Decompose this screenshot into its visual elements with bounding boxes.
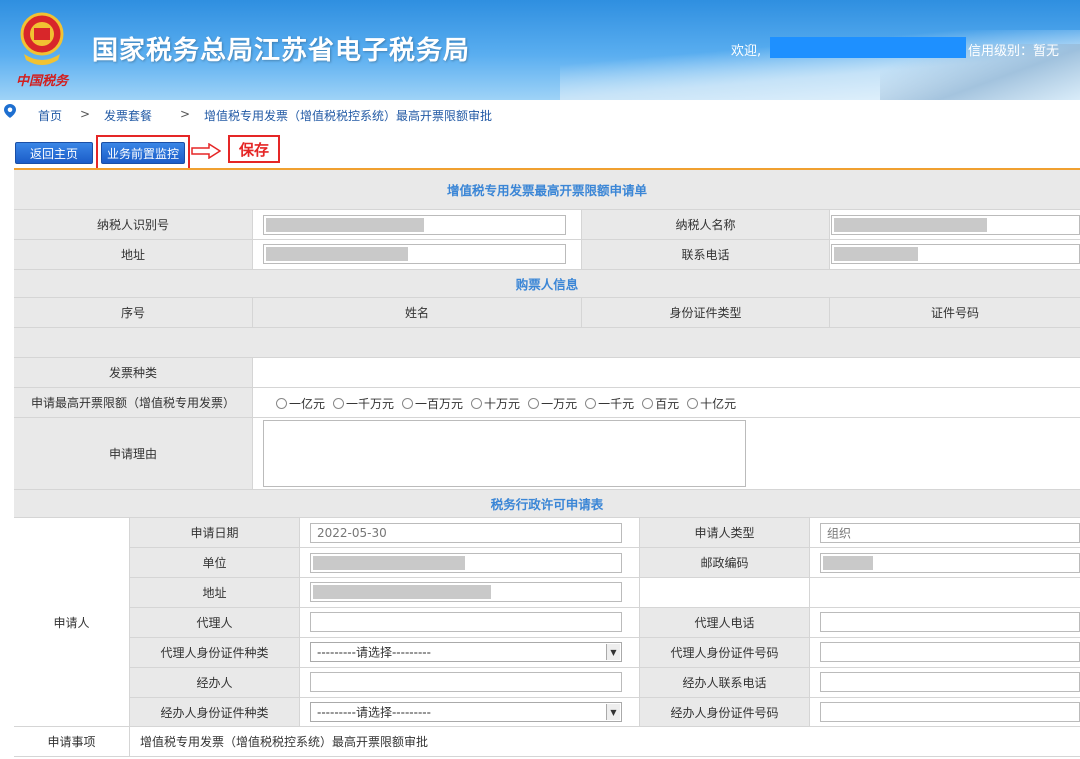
location-pin-icon [4,104,16,118]
taxpayer-id-label: 纳税人识别号 [14,210,253,240]
unit-label: 单位 [130,548,300,578]
breadcrumb-separator: > [180,107,191,121]
buyer-empty-row [14,328,1080,358]
logo-script: 中国税务 [16,74,69,89]
limit-option-1b[interactable]: 十亿元 [687,395,736,412]
tax-emblem-icon [20,12,64,65]
taxpayer-name-label: 纳税人名称 [582,210,830,240]
phone-field[interactable] [831,244,1080,264]
save-annotation[interactable]: 保存 [228,135,280,163]
form-title: 增值税专用发票最高开票限额申请单 [14,170,1080,210]
reason-textarea[interactable] [263,420,746,487]
apply-date-field[interactable]: 2022-05-30 [310,523,622,543]
handler-label: 经办人 [130,668,300,698]
agent-id-no-field[interactable] [820,642,1080,662]
col-name: 姓名 [253,298,582,328]
handler-id-no-field[interactable] [820,702,1080,722]
breadcrumb-separator: > [80,107,91,121]
breadcrumb-home[interactable]: 首页 [38,107,62,124]
handler-id-type-label: 经办人身份证件种类 [130,698,300,727]
applicant-label: 申请人 [14,518,130,727]
handler-field[interactable] [310,672,622,692]
site-title: 国家税务总局江苏省电子税务局 [92,36,471,66]
taxpayer-name-field[interactable] [831,215,1080,235]
handler-phone-field[interactable] [820,672,1080,692]
limit-option-1k[interactable]: 一千元 [585,395,634,412]
limit-option-1m[interactable]: 一百万元 [402,395,463,412]
arrow-right-icon [191,143,221,159]
handler-id-type-select[interactable]: ---------请选择--------- ▼ [310,702,622,722]
limit-radio-group: 一亿元 一千万元 一百万元 十万元 一万元 一千元 百元 十亿元 [276,393,736,413]
limit-option-100[interactable]: 百元 [642,395,679,412]
username-redacted [770,37,966,58]
taxpayer-id-field[interactable] [263,215,566,235]
chevron-down-icon: ▼ [606,704,620,720]
limit-label: 申请最高开票限额（增值税专用发票） [14,388,253,418]
invoice-type-label: 发票种类 [14,358,253,388]
limit-option-10k[interactable]: 一万元 [528,395,577,412]
agent-label: 代理人 [130,608,300,638]
reason-label: 申请理由 [14,418,253,490]
welcome-text: 欢迎, [731,44,762,59]
breadcrumb-current: 增值税专用发票（增值税税控系统）最高开票限额审批 [204,109,493,123]
postcode-field[interactable] [820,553,1080,573]
limit-option-10m[interactable]: 一千万元 [333,395,394,412]
address-label: 地址 [14,240,253,270]
applicant-type-field[interactable]: 组织 [820,523,1080,543]
agent-id-type-label: 代理人身份证件种类 [130,638,300,668]
address2-field[interactable] [310,582,622,602]
limit-option-1yi[interactable]: 一亿元 [276,395,325,412]
invoice-type-value [253,358,1080,388]
matter-value: 增值税专用发票（增值税税控系统）最高开票限额审批 [130,727,1080,757]
col-seq: 序号 [14,298,253,328]
postcode-label: 邮政编码 [640,548,810,578]
apply-date-label: 申请日期 [130,518,300,548]
breadcrumb-invoice-package[interactable]: 发票套餐 [104,107,152,124]
agent-id-type-select[interactable]: ---------请选择--------- ▼ [310,642,622,662]
agent-phone-label: 代理人电话 [640,608,810,638]
col-id-type: 身份证件类型 [582,298,830,328]
handler-phone-label: 经办人联系电话 [640,668,810,698]
credit-level: 信用级别：暂无 [968,44,1060,59]
limit-option-100k[interactable]: 十万元 [471,395,520,412]
home-button[interactable]: 返回主页 [15,142,93,164]
buyer-section-title: 购票人信息 [14,270,1080,298]
agent-phone-field[interactable] [820,612,1080,632]
col-id-number: 证件号码 [830,298,1080,328]
matter-label: 申请事项 [14,727,130,757]
agent-id-no-label: 代理人身份证件号码 [640,638,810,668]
address-field[interactable] [263,244,566,264]
application-form: 增值税专用发票最高开票限额申请单 纳税人识别号 纳税人名称 地址 联系电话 购票… [14,168,1080,759]
handler-id-no-label: 经办人身份证件号码 [640,698,810,727]
applicant-type-label: 申请人类型 [640,518,810,548]
chevron-down-icon: ▼ [606,644,620,660]
address2-label: 地址 [130,578,300,608]
unit-field[interactable] [310,553,622,573]
agent-field[interactable] [310,612,622,632]
phone-label: 联系电话 [582,240,830,270]
permit-section-title: 税务行政许可申请表 [14,490,1080,518]
